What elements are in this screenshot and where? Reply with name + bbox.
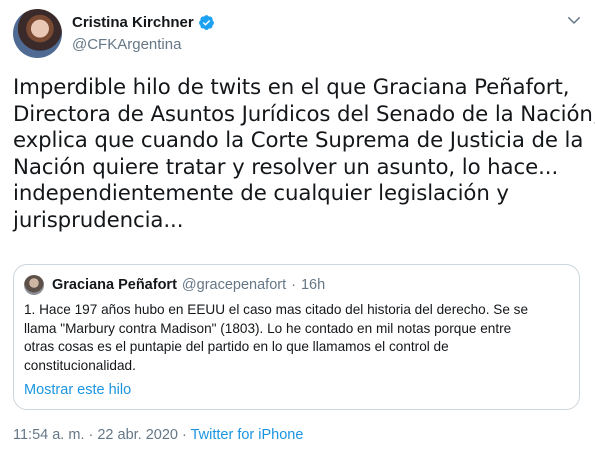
quoted-tweet-header: Graciana Peñafort @gracepenafort · 16h xyxy=(24,275,325,295)
quoted-text-line: 1. Hace 197 años hubo en EEUU el caso ma… xyxy=(24,302,529,317)
chevron-down-icon[interactable] xyxy=(565,11,583,29)
tweet-text-line: Nación quiere tratar y resolver un asunt… xyxy=(13,154,559,180)
verified-badge-icon xyxy=(198,15,214,30)
tweet-header: Cristina Kirchner @CFKArgentina xyxy=(13,9,583,59)
tweet-text-line: Directora de Asuntos Jurídicos del Senad… xyxy=(13,101,595,127)
tweet-text-line: explica que cuando la Corte Suprema de J… xyxy=(13,128,584,153)
quoted-separator: · xyxy=(291,277,296,293)
tweet-text: Imperdible hilo de twits en el que Graci… xyxy=(13,75,595,234)
tweet-text-line: Imperdible hilo de twits en el que Graci… xyxy=(13,75,570,100)
quoted-time: 16h xyxy=(300,277,326,293)
quoted-author-handle: @gracepenafort xyxy=(181,277,287,293)
quoted-tweet-card[interactable]: Graciana Peñafort @gracepenafort · 16h 1… xyxy=(13,264,580,410)
quoted-text-line: otras cosas es el puntapie del partido e… xyxy=(24,339,449,354)
quoted-tweet-text: 1. Hace 197 años hubo en EEUU el caso ma… xyxy=(24,301,574,375)
author-handle[interactable]: @CFKArgentina xyxy=(72,36,181,53)
tweet-source-link[interactable]: Twitter for iPhone xyxy=(191,427,304,443)
tweet-footer: 11:54 a. m. · 22 abr. 2020 · Twitter for… xyxy=(13,427,303,443)
author-display-name[interactable]: Cristina Kirchner xyxy=(72,14,194,31)
quoted-author-name: Graciana Peñafort xyxy=(52,277,177,293)
quoted-text-line: constitucionalidad. xyxy=(24,357,136,373)
show-thread-link[interactable]: Mostrar este hilo xyxy=(24,382,131,398)
quoted-author-avatar xyxy=(24,275,44,295)
quoted-text-line: llama "Marbury contra Madison" (1803). L… xyxy=(24,320,512,336)
tweet-timestamp[interactable]: 11:54 a. m. · 22 abr. 2020 · xyxy=(13,427,191,443)
tweet-text-line: independientemente de cualquier legislac… xyxy=(13,181,509,206)
author-avatar[interactable] xyxy=(13,9,62,58)
author-name-line: Cristina Kirchner xyxy=(72,14,215,31)
tweet-text-line: jurisprudencia... xyxy=(13,207,184,233)
